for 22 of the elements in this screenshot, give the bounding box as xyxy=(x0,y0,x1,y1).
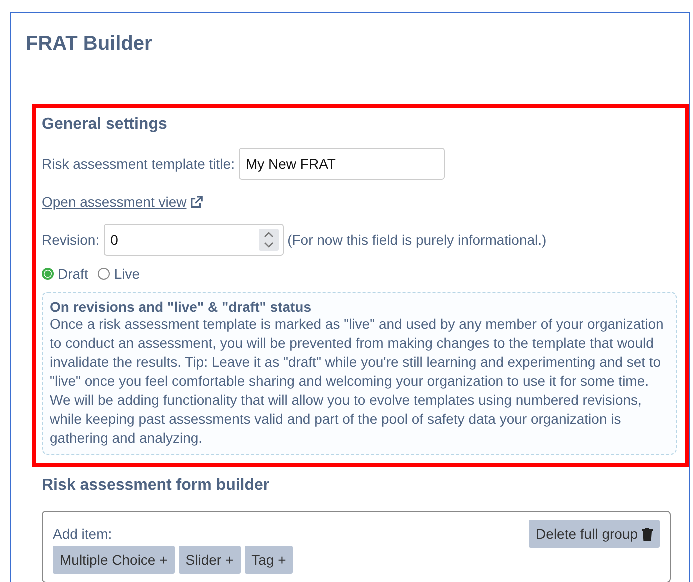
status-radio[interactable]: Draft xyxy=(42,266,88,282)
title-input[interactable]: My New FRAT xyxy=(238,148,445,180)
open-assessment-link[interactable]: Open assessment view xyxy=(42,194,187,210)
info-paragraph: Once a risk assessment template is marked as "live" and used by any member of your organization to conduct an assessment, you will be prevented from making changes to the template that would invalidate the results. Tip: Leave it as "draft" while you're still learning and experimenting and set to "live" once you feel comfortable sharing and welcoming your organization to use it for some time. xyxy=(50,315,665,391)
revision-input[interactable]: 0 xyxy=(104,224,284,256)
page-title: FRAT Builder xyxy=(26,33,154,56)
add-item-button[interactable]: Tag + xyxy=(244,546,294,574)
section-heading: Risk assessment form builder xyxy=(42,477,271,495)
add-item-button[interactable]: Slider + xyxy=(178,546,241,574)
add-item-button[interactable]: Multiple Choice + xyxy=(53,546,175,574)
info-paragraph: We will be adding functionality that will allow you to evolve templates using numbered revisions, while keeping past assessments valid and part of the pool of safety data your organization is gathering and analyzing. xyxy=(50,391,643,448)
trash-icon xyxy=(642,528,653,540)
field-label: Revision: xyxy=(42,232,100,248)
field-label: Risk assessment template title: xyxy=(42,156,235,172)
add-item-label: Add item: xyxy=(53,526,112,542)
info-heading: On revisions and "live" & "draft" status xyxy=(50,299,313,315)
field-note: (For now this field is purely informational.) xyxy=(288,232,547,248)
delete-group-button[interactable]: Delete full group xyxy=(529,520,660,548)
spinner-icon xyxy=(258,229,279,251)
external-link-icon xyxy=(190,196,203,208)
status-radio[interactable]: Live xyxy=(98,266,140,282)
section-heading: General settings xyxy=(42,116,168,134)
